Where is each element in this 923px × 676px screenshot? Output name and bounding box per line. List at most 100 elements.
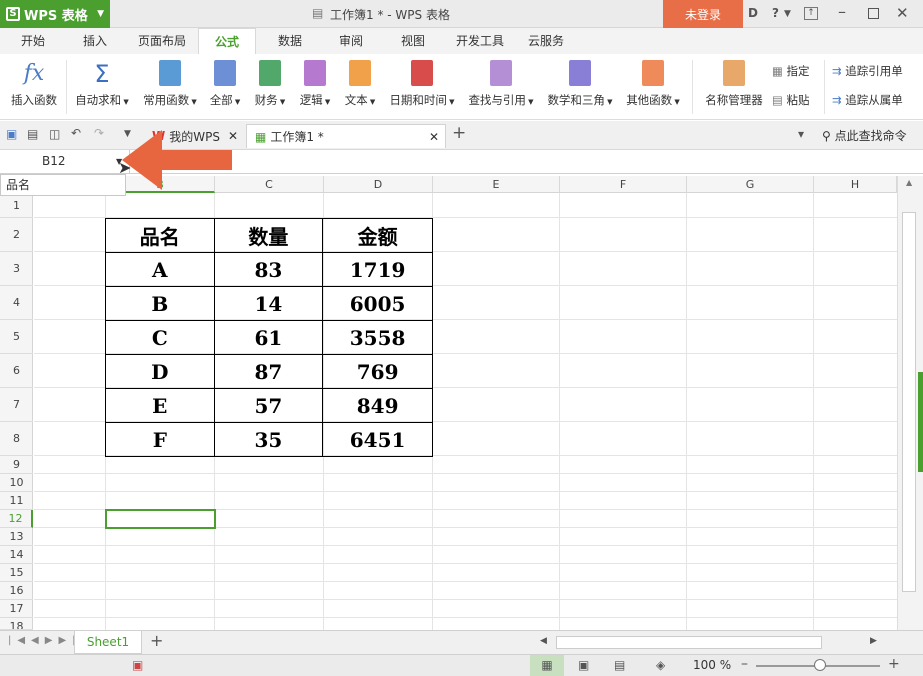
- close-tab-icon[interactable]: ✕: [429, 130, 439, 144]
- reading-mode-icon[interactable]: ◈: [656, 658, 665, 672]
- redo-icon[interactable]: ↷: [94, 126, 104, 140]
- row-header[interactable]: 18: [0, 618, 33, 630]
- row-header[interactable]: 15: [0, 564, 33, 582]
- header-cell[interactable]: 数量: [213, 218, 324, 253]
- page-break-view-icon[interactable]: ▤: [614, 658, 625, 672]
- paste-name-button[interactable]: ▤ 粘贴: [772, 92, 810, 108]
- close-icon[interactable]: ✕: [896, 4, 909, 22]
- app-menu-button[interactable]: S WPS 表格 ▼: [0, 0, 110, 28]
- name-box[interactable]: B12 ▼: [0, 150, 130, 173]
- row-header[interactable]: 9: [0, 456, 33, 474]
- row-header[interactable]: 16: [0, 582, 33, 600]
- financial-button[interactable]: 财务 ▼: [249, 58, 291, 108]
- math-trig-button[interactable]: 数学和三角 ▼: [542, 58, 618, 108]
- tab-view[interactable]: 视图: [389, 28, 437, 54]
- tab-insert[interactable]: 插入: [70, 28, 120, 54]
- table-cell[interactable]: A: [105, 252, 215, 287]
- print-icon[interactable]: ▤: [27, 127, 38, 141]
- row-header[interactable]: 1: [0, 193, 33, 218]
- text-button[interactable]: 文本 ▼: [339, 58, 381, 108]
- header-cell[interactable]: 金额: [322, 218, 433, 253]
- other-functions-button[interactable]: 其他函数 ▼: [621, 58, 685, 108]
- zoom-in-button[interactable]: +: [888, 656, 900, 672]
- row-header[interactable]: 11: [0, 492, 33, 510]
- tab-home[interactable]: 开始: [8, 28, 58, 54]
- table-cell[interactable]: E: [105, 388, 215, 423]
- row-header[interactable]: 7: [0, 388, 33, 422]
- date-time-button[interactable]: 日期和时间 ▼: [384, 58, 460, 108]
- logical-button[interactable]: 逻辑 ▼: [294, 58, 336, 108]
- table-cell[interactable]: 14: [213, 286, 324, 321]
- insert-function-button[interactable]: fx 插入函数: [6, 58, 62, 108]
- row-header[interactable]: 3: [0, 252, 33, 286]
- pin-icon[interactable]: ▾: [798, 127, 804, 141]
- row-header[interactable]: 8: [0, 422, 33, 456]
- table-cell[interactable]: 1719: [322, 252, 433, 287]
- table-cell[interactable]: B: [105, 286, 215, 321]
- name-manager-button[interactable]: 名称管理器: [700, 58, 768, 108]
- table-cell[interactable]: 57: [213, 388, 324, 423]
- new-tab-button[interactable]: +: [452, 123, 466, 143]
- table-cell[interactable]: 769: [322, 354, 433, 389]
- specify-button[interactable]: ▦ 指定: [772, 63, 810, 79]
- row-header[interactable]: 4: [0, 286, 33, 320]
- table-cell[interactable]: 6005: [322, 286, 433, 321]
- row-header[interactable]: 12: [0, 510, 33, 528]
- tab-workbook1[interactable]: ▦ 工作簿1 * ✕: [246, 124, 446, 148]
- print-preview-icon[interactable]: ◫: [49, 127, 60, 141]
- tab-page-layout[interactable]: 页面布局: [130, 28, 194, 54]
- header-cell[interactable]: 品名: [105, 218, 215, 253]
- vertical-scrollbar[interactable]: ▲: [897, 176, 923, 630]
- sheet-tab-sheet1[interactable]: Sheet1: [74, 631, 142, 654]
- tab-cloud[interactable]: 云服务: [520, 28, 572, 54]
- zoom-slider-handle[interactable]: [814, 659, 826, 671]
- row-header[interactable]: 10: [0, 474, 33, 492]
- zoom-level[interactable]: 100 %: [693, 658, 731, 672]
- lookup-reference-button[interactable]: 查找与引用 ▼: [463, 58, 539, 108]
- table-cell[interactable]: 849: [322, 388, 433, 423]
- skin-icon[interactable]: D: [748, 6, 758, 20]
- trace-precedents-button[interactable]: ⇉ 追踪引用单: [832, 63, 903, 79]
- scroll-left-icon[interactable]: ◀: [540, 636, 547, 646]
- tab-review[interactable]: 审阅: [327, 28, 375, 54]
- side-panel-handle[interactable]: [918, 372, 923, 472]
- table-cell[interactable]: 87: [213, 354, 324, 389]
- tab-developer[interactable]: 开发工具: [448, 28, 512, 54]
- table-cell[interactable]: 35: [213, 422, 324, 457]
- selected-cell-b12[interactable]: [105, 509, 216, 529]
- page-layout-view-icon[interactable]: ▣: [578, 658, 589, 672]
- table-cell[interactable]: C: [105, 320, 215, 355]
- row-header[interactable]: 2: [0, 218, 33, 252]
- scroll-up-icon[interactable]: ▲: [906, 178, 912, 187]
- spreadsheet-grid[interactable]: 品名 数量 金额 A 83 1719 B 14 6005 C 61 3558 D…: [34, 193, 897, 630]
- all-functions-button[interactable]: 全部 ▼: [205, 58, 245, 108]
- common-functions-button[interactable]: 常用函数 ▼: [138, 58, 202, 108]
- table-cell[interactable]: 83: [213, 252, 324, 287]
- autosum-button[interactable]: Σ 自动求和 ▼: [70, 58, 134, 108]
- help-dropdown-icon[interactable]: ▼: [784, 9, 791, 19]
- row-header[interactable]: 17: [0, 600, 33, 618]
- scroll-right-icon[interactable]: ▶: [870, 636, 877, 646]
- sheet-nav-arrows-icon[interactable]: |◀◀▶▶|: [8, 635, 82, 646]
- column-header[interactable]: E: [433, 176, 560, 193]
- maximize-icon[interactable]: [868, 8, 879, 19]
- column-header[interactable]: G: [687, 176, 814, 193]
- table-cell[interactable]: F: [105, 422, 215, 457]
- row-header[interactable]: 6: [0, 354, 33, 388]
- tab-formulas[interactable]: 公式: [198, 28, 256, 54]
- zoom-out-button[interactable]: –: [741, 656, 748, 672]
- column-header[interactable]: F: [560, 176, 687, 193]
- tab-data[interactable]: 数据: [266, 28, 314, 54]
- row-header[interactable]: 5: [0, 320, 33, 354]
- command-search[interactable]: ⚲ 点此查找命令: [822, 127, 907, 144]
- column-header[interactable]: H: [814, 176, 897, 193]
- horizontal-scroll-thumb[interactable]: [556, 636, 822, 649]
- table-cell[interactable]: 6451: [322, 422, 433, 457]
- restore-ribbon-icon[interactable]: ↑: [804, 7, 818, 20]
- table-cell[interactable]: 61: [213, 320, 324, 355]
- trace-dependents-button[interactable]: ⇉ 追踪从属单: [832, 92, 903, 108]
- column-header[interactable]: D: [324, 176, 433, 193]
- add-sheet-button[interactable]: +: [150, 631, 163, 650]
- minimize-icon[interactable]: –: [838, 2, 846, 21]
- macro-record-icon[interactable]: ▣: [132, 658, 143, 672]
